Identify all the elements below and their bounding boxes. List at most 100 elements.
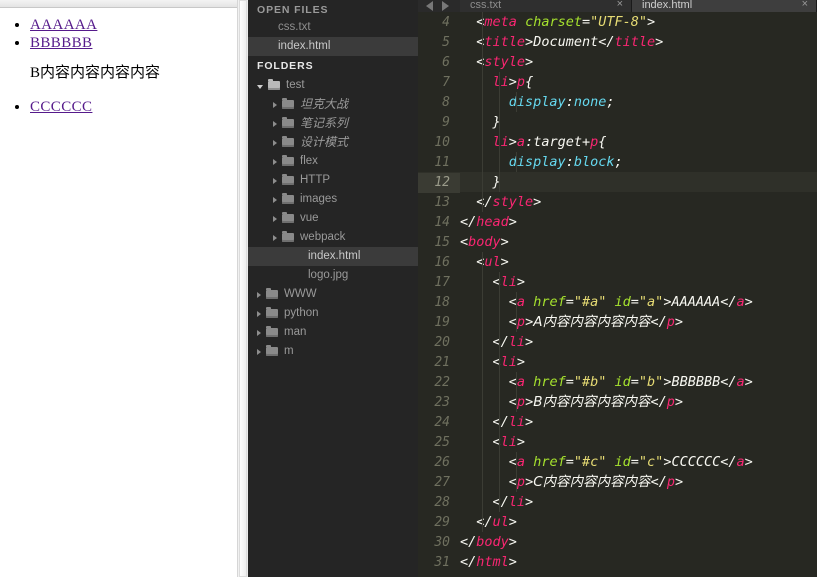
editor-tab[interactable]: index.html × [632,0,817,12]
code-line[interactable]: 11 display:block; [418,152,817,172]
chevron-right-icon[interactable] [257,329,261,336]
code-line[interactable]: 4 <meta charset="UTF-8"> [418,12,817,32]
file-tree-item[interactable]: index.html [248,247,418,266]
code-line[interactable]: 28 </li> [418,492,817,512]
code-line[interactable]: 9 } [418,112,817,132]
list-item: AAAAAA [30,16,238,34]
screen: AAAAAA BBBBBB B内容内容内容内容 CCCCCC OPEN FILE… [0,0,817,577]
code-editor-text-area[interactable]: 4 <meta charset="UTF-8"> 5 <title>Documen… [418,12,817,577]
page-link-a[interactable]: AAAAAA [30,17,97,33]
chevron-down-icon[interactable] [257,84,263,89]
code-token: </ [476,514,493,530]
chevron-right-icon[interactable] [273,120,277,127]
browser-chrome-strip [0,0,238,8]
editor-tab-bar: css.txt × index.html × [418,0,817,12]
tab-nav-arrows[interactable] [418,0,460,12]
page-link-c[interactable]: CCCCCC [30,99,92,115]
code-line[interactable]: 23 <p>B内容内容内容内容</p> [418,392,817,412]
code-line[interactable]: 15 <body> [418,232,817,252]
code-line[interactable]: 24 </li> [418,412,817,432]
file-tree-item[interactable]: logo.jpg [248,266,418,285]
folder-tree-item[interactable]: 设计模式 [248,133,418,152]
code-line[interactable]: 30 </body> [418,532,817,552]
page-link-b[interactable]: BBBBBB [30,35,92,51]
code-line[interactable]: 10 li>a:target+p{ [418,132,817,152]
arrow-left-icon[interactable] [426,1,433,11]
chevron-right-icon[interactable] [273,177,277,184]
code-token: { [525,74,534,90]
code-line[interactable]: 8 display:none; [418,92,817,112]
folder-tree-item[interactable]: flex [248,152,418,171]
chevron-right-icon[interactable] [257,310,261,317]
code-line[interactable]: 6 <style> [418,52,817,72]
scrollbar-thumb[interactable] [239,0,247,577]
close-icon[interactable]: × [617,0,623,10]
open-file-item[interactable]: index.html [248,37,418,56]
folder-tree-item[interactable]: m [248,342,418,361]
code-token: li [508,494,526,510]
folder-tree-item[interactable]: webpack [248,228,418,247]
code-line[interactable]: 14 </head> [418,212,817,232]
folder-icon [282,97,294,109]
arrow-right-icon[interactable] [442,1,449,11]
tree-item-label: m [284,345,294,357]
code-token: id [614,294,631,310]
code-line[interactable]: 17 <li> [418,272,817,292]
folders-header: FOLDERS [257,60,314,72]
code-line[interactable]: 31 </html> [418,552,817,572]
tree-item-label: 设计模式 [300,135,349,149]
chevron-right-icon[interactable] [273,139,277,146]
editor-tab[interactable]: css.txt × [460,0,632,12]
chevron-right-icon[interactable] [257,291,261,298]
code-line[interactable]: 7 li>p{ [418,72,817,92]
folder-tree-item[interactable]: man [248,323,418,342]
code-line[interactable]: 16 <ul> [418,252,817,272]
indent-guide [516,372,517,392]
code-token: p [516,474,526,490]
chevron-right-icon[interactable] [273,234,277,241]
code-line[interactable]: 19 <p>A内容内容内容内容</p> [418,312,817,332]
browser-vertical-scrollbar[interactable] [237,0,248,577]
code-line[interactable]: 13 </style> [418,192,817,212]
folder-tree-item[interactable]: test [248,76,418,95]
code-line[interactable]: 26 <a href="#c" id="c">CCCCCC</a> [418,452,817,472]
code-line[interactable]: 12 } [418,172,817,193]
folder-tree-item[interactable]: images [248,190,418,209]
line-number: 14 [434,215,450,230]
code-line[interactable]: 20 </li> [418,332,817,352]
chevron-right-icon[interactable] [273,158,277,165]
chevron-right-icon[interactable] [273,101,277,108]
open-file-item[interactable]: css.txt [248,18,418,37]
code-token: + [581,134,591,150]
code-line[interactable]: 18 <a href="#a" id="a">AAAAAA</a> [418,292,817,312]
chevron-right-icon[interactable] [257,348,261,355]
sidebar-file-tree[interactable]: OPEN FILES css.txt index.html FOLDERS tes… [248,0,418,577]
code-token: BBBBBB [671,374,721,390]
folder-tree-item[interactable]: WWW [248,285,418,304]
folder-tree-item[interactable]: 笔记系列 [248,114,418,133]
chevron-right-icon[interactable] [273,196,277,203]
close-icon[interactable]: × [802,0,808,10]
chevron-right-icon[interactable] [273,215,277,222]
folder-tree-item[interactable]: HTTP [248,171,418,190]
folder-tree-item[interactable]: 坦克大战 [248,95,418,114]
code-token: ; [606,94,615,110]
code-line[interactable]: 25 <li> [418,432,817,452]
tab-label: css.txt [470,0,502,11]
code-line[interactable]: 27 <p>C内容内容内容内容</p> [418,472,817,492]
code-token: > [525,474,534,490]
line-number: 9 [442,115,450,130]
folder-tree-item[interactable]: vue [248,209,418,228]
line-number: 5 [442,35,450,50]
code-line[interactable]: 21 <li> [418,352,817,372]
folder-tree-item[interactable]: python [248,304,418,323]
code-line[interactable]: 5 <title>Document</title> [418,32,817,52]
tree-item-label: flex [300,155,318,167]
code-line[interactable]: 22 <a href="#b" id="b">BBBBBB</a> [418,372,817,392]
code-line[interactable]: 29 </ul> [418,512,817,532]
